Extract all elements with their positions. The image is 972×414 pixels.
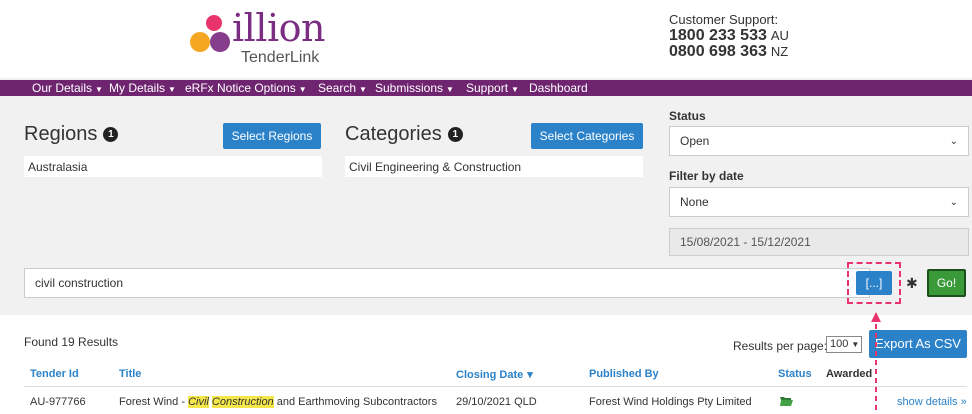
col-awarded: Awarded <box>826 368 873 380</box>
col-status[interactable]: Status <box>778 368 812 380</box>
highlight-box <box>847 262 901 304</box>
nav-support[interactable]: Support ▼ <box>466 81 519 95</box>
nav-our-details[interactable]: Our Details ▼ <box>32 81 103 95</box>
col-closing-date[interactable]: Closing Date ▾ <box>456 368 533 381</box>
select-categories-button[interactable]: Select Categories <box>531 123 643 149</box>
nav-search[interactable]: Search ▼ <box>318 81 367 95</box>
col-published-by[interactable]: Published By <box>589 368 659 380</box>
publisher: Forest Wind Holdings Pty Limited <box>589 396 752 408</box>
customer-support: Customer Support: 1800 233 533 AU 0800 69… <box>669 12 789 60</box>
date-range-field[interactable]: 15/08/2021 - 15/12/2021 <box>669 228 969 256</box>
clear-search-icon[interactable]: ✱ <box>906 275 918 292</box>
categories-value: Civil Engineering & Construction <box>345 156 643 177</box>
results-count: Found 19 Results <box>24 335 119 349</box>
select-regions-button[interactable]: Select Regions <box>223 123 321 149</box>
per-page-select[interactable]: 100 ▼ <box>826 336 862 353</box>
go-button[interactable]: Go! <box>927 269 966 297</box>
regions-value: Australasia <box>24 156 322 177</box>
status-select[interactable]: Open ⌄ <box>669 126 969 156</box>
date-filter-label: Filter by date <box>669 169 744 183</box>
nav-my-details[interactable]: My Details ▼ <box>109 81 176 95</box>
regions-heading: Regions 1 <box>24 123 119 146</box>
logo-mark-icon <box>190 15 230 52</box>
chevron-down-icon: ▼ <box>851 340 860 349</box>
chevron-down-icon: ⌄ <box>949 196 958 208</box>
main-nav: Our Details ▼ My Details ▼ eRFx Notice Opt… <box>0 80 972 96</box>
folder-open-icon <box>780 396 793 409</box>
show-details-link[interactable]: show details » <box>897 396 967 408</box>
nav-dashboard[interactable]: Dashboard <box>529 81 588 95</box>
date-filter-select[interactable]: None ⌄ <box>669 187 969 217</box>
phone-nz: 0800 698 363 NZ <box>669 43 789 60</box>
table-header-divider <box>24 386 967 387</box>
phone-au: 1800 233 533 AU <box>669 27 789 44</box>
status-label: Status <box>669 109 706 123</box>
support-title: Customer Support: <box>669 12 779 27</box>
col-title[interactable]: Title <box>119 368 141 380</box>
page-header: illion TenderLink Customer Support: 1800… <box>0 0 972 78</box>
closing-date: 29/10/2021 QLD <box>456 396 537 408</box>
nav-erfx-options[interactable]: eRFx Notice Options ▼ <box>185 81 307 95</box>
regions-count-badge: 1 <box>103 127 119 143</box>
col-tender-id[interactable]: Tender Id <box>30 368 79 380</box>
nav-submissions[interactable]: Submissions ▼ <box>375 81 454 95</box>
chevron-down-icon: ⌄ <box>949 135 958 147</box>
logo-wordmark: illion <box>232 6 325 50</box>
categories-heading: Categories 1 <box>345 123 463 146</box>
logo-subtitle: TenderLink <box>241 49 320 66</box>
annotation-arrow-icon <box>871 312 881 414</box>
search-input[interactable] <box>24 268 870 298</box>
per-page-label: Results per page: <box>733 339 828 353</box>
illion-logo[interactable]: illion TenderLink <box>188 6 348 72</box>
chevron-down-icon: ▾ <box>527 369 533 381</box>
tender-id: AU-977766 <box>30 396 86 408</box>
tender-title-link[interactable]: Forest Wind - Civil Construction and Ear… <box>119 396 437 408</box>
categories-count-badge: 1 <box>447 127 463 143</box>
